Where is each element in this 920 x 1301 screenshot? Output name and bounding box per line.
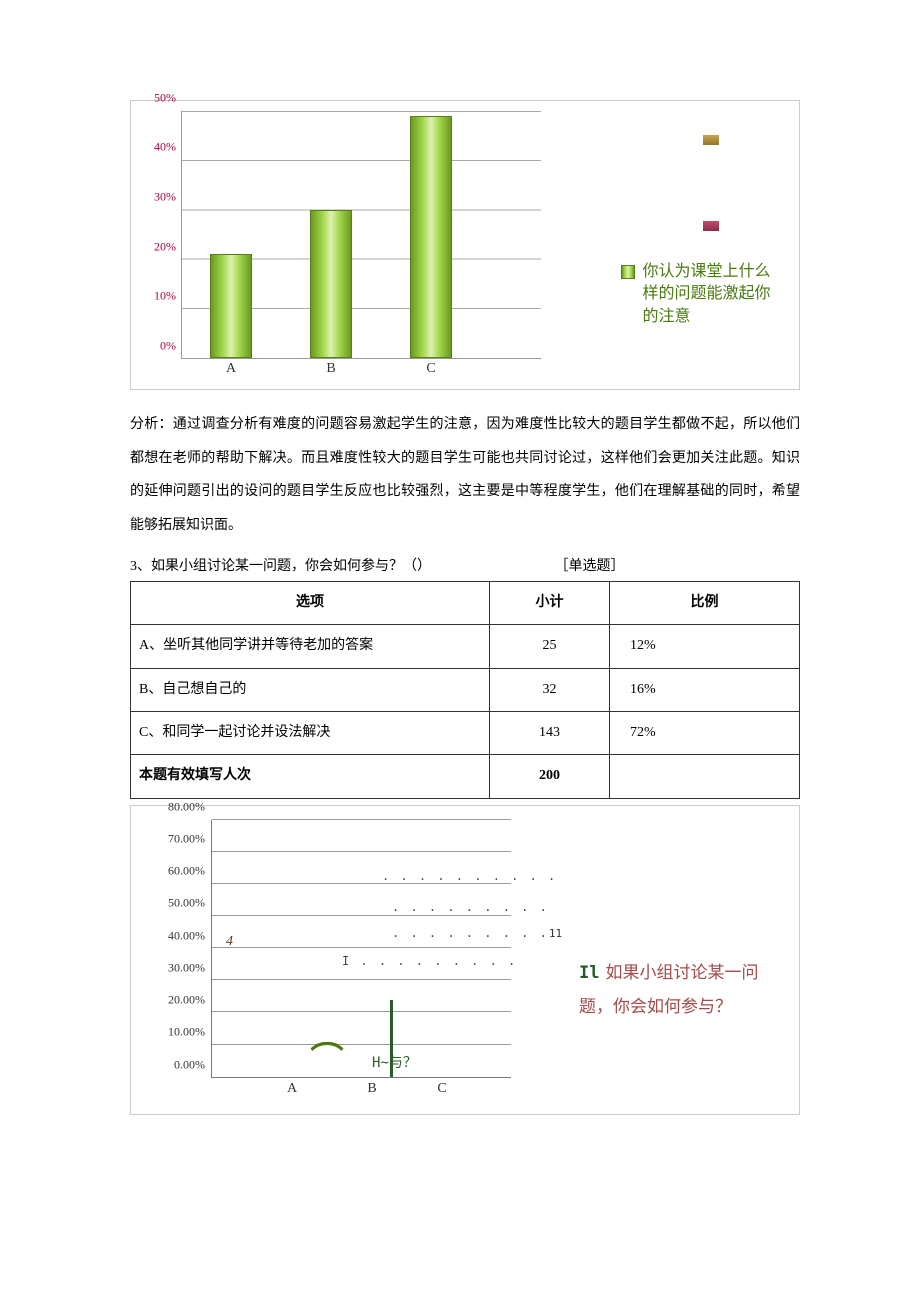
- chart1-deco-2: [703, 221, 719, 231]
- analysis-label: 分析：: [130, 417, 173, 432]
- cell-opt-a: A、坐听其他同学讲并等待老加的答案: [131, 625, 490, 668]
- chart2-ytick-6: 60.00%: [137, 861, 205, 880]
- chart2-grid: [212, 851, 511, 852]
- chart2-grid: [212, 819, 511, 820]
- chart2-ytick-4: 40.00%: [137, 926, 205, 945]
- chart2-xlabel-b: B: [352, 1078, 392, 1100]
- th-ratio: 比例: [610, 581, 800, 624]
- chart1-ytick-5: 50%: [131, 88, 176, 107]
- cell-opt-b: B、自己想自己的: [131, 668, 490, 711]
- question3-text: 如果小组讨论某一问题，你会如何参与？（）: [151, 559, 431, 574]
- chart-question-attention: A B C 0% 10% 20% 30% 40% 50% 你认为课堂上什么样的问…: [130, 100, 800, 390]
- cell-ratio-c: 72%: [610, 711, 800, 754]
- question3-tag: ［单选题］: [555, 556, 625, 578]
- chart2-ytick-3: 30.00%: [137, 958, 205, 977]
- chart1-bar-c: [410, 116, 452, 358]
- analysis-text: 通过调查分析有难度的问题容易激起学生的注意，因为难度性比较大的题目学生都做不起，…: [130, 417, 800, 533]
- chart2-legend: Il如果小组讨论某一问题，你会如何参与？: [579, 956, 779, 1024]
- chart2-grid: [212, 979, 511, 980]
- table-row: A、坐听其他同学讲并等待老加的答案 25 12%: [131, 625, 800, 668]
- cell-count-c: 143: [490, 711, 610, 754]
- chart2-xlabel-a: A: [272, 1078, 312, 1100]
- chart2-grid: [212, 947, 511, 948]
- chart2-ytick-1: 10.00%: [137, 1023, 205, 1042]
- chart2-hyu: H~与？: [372, 1052, 417, 1074]
- cell-total-value: 200: [490, 755, 610, 798]
- table-header-row: 选项 小计 比例: [131, 581, 800, 624]
- chart1-xlabel-b: B: [310, 358, 352, 380]
- chart2-grid: [212, 1011, 511, 1012]
- cell-count-b: 32: [490, 668, 610, 711]
- chart1-ytick-3: 30%: [131, 187, 176, 206]
- th-count: 小计: [490, 581, 610, 624]
- chart-participation: . . . . . . . . . . . . . . . . . . . . …: [130, 805, 800, 1115]
- chart2-glyph-four: 4: [226, 931, 233, 953]
- chart1-bar-b: [310, 210, 352, 358]
- table-row: B、自己想自己的 32 16%: [131, 668, 800, 711]
- chart1-xlabel-c: C: [410, 358, 452, 380]
- chart2-grid: [212, 1044, 511, 1045]
- chart2-ytick-0: 0.00%: [137, 1055, 205, 1074]
- cell-count-a: 25: [490, 625, 610, 668]
- cell-ratio-b: 16%: [610, 668, 800, 711]
- cell-total-label: 本题有效填写人次: [131, 755, 490, 798]
- chart2-plot: . . . . . . . . . . . . . . . . . . . . …: [211, 820, 511, 1078]
- chart2-squiggle: ⌒: [311, 1035, 344, 1083]
- chart2-eleven: 11: [549, 927, 562, 940]
- chart2-ytick-7: 70.00%: [137, 829, 205, 848]
- chart2-dots: . . . . . . . . .11: [392, 924, 562, 943]
- table-row: C、和同学一起讨论并设法解决 143 72%: [131, 711, 800, 754]
- chart2-dots: . . . . . . . . . .: [382, 867, 557, 886]
- chart2-ytick-8: 80.00%: [137, 797, 205, 816]
- chart1-plot: A B C: [181, 111, 541, 359]
- cell-opt-c: C、和同学一起讨论并设法解决: [131, 711, 490, 754]
- survey-table: 选项 小计 比例 A、坐听其他同学讲并等待老加的答案 25 12% B、自己想自…: [130, 581, 800, 799]
- chart2-ytick-2: 20.00%: [137, 990, 205, 1009]
- chart1-legend: 你认为课堂上什么样的问题能激起你的注意: [621, 261, 791, 328]
- cell-total-blank: [610, 755, 800, 798]
- chart1-ytick-2: 20%: [131, 237, 176, 256]
- chart1-deco-1: [703, 135, 719, 145]
- chart1-legend-swatch: [621, 265, 635, 279]
- chart2-legend-text: 如果小组讨论某一问题，你会如何参与？: [579, 963, 758, 1016]
- table-total-row: 本题有效填写人次 200: [131, 755, 800, 798]
- chart1-ytick-0: 0%: [131, 336, 176, 355]
- chart2-dots: I . . . . . . . . .: [342, 952, 517, 971]
- chart1-xlabel-a: A: [210, 358, 252, 380]
- analysis-paragraph: 分析：通过调查分析有难度的问题容易激起学生的注意，因为难度性比较大的题目学生都做…: [130, 408, 800, 542]
- chart1-ytick-1: 10%: [131, 287, 176, 306]
- chart2-dots: . . . . . . . . .: [392, 898, 549, 917]
- chart1-ytick-4: 40%: [131, 138, 176, 157]
- question3-row: 3、如果小组讨论某一问题，你会如何参与？（） ［单选题］: [130, 556, 800, 578]
- chart2-ytick-5: 50.00%: [137, 894, 205, 913]
- chart1-bar-a: [210, 254, 252, 358]
- chart1-legend-text: 你认为课堂上什么样的问题能激起你的注意: [643, 261, 783, 328]
- question3-number: 3、: [130, 559, 151, 574]
- th-option: 选项: [131, 581, 490, 624]
- chart2-xlabel-c: C: [422, 1078, 462, 1100]
- chart2-I: I: [342, 954, 351, 968]
- cell-ratio-a: 12%: [610, 625, 800, 668]
- chart2-legend-il: Il: [579, 963, 599, 983]
